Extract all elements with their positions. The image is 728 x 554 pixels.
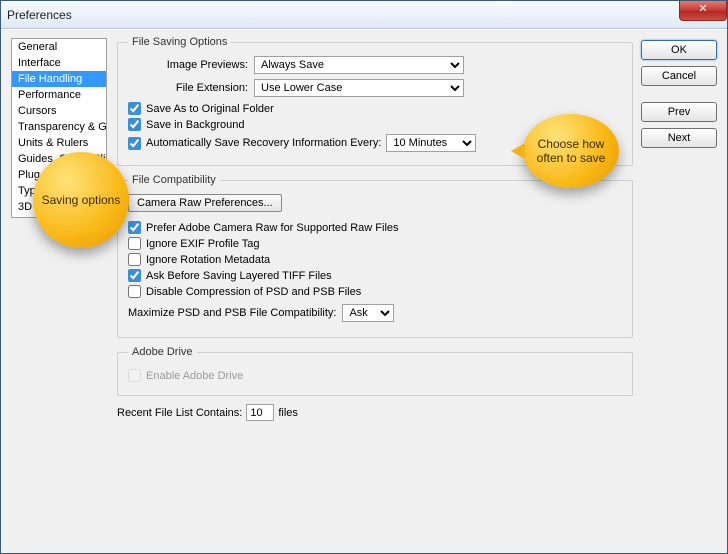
ok-button[interactable]: OK bbox=[641, 40, 717, 60]
save-in-background-checkbox[interactable] bbox=[128, 118, 141, 131]
save-in-background-label: Save in Background bbox=[146, 119, 244, 131]
callout-tail-icon bbox=[511, 143, 525, 159]
sidebar-item-cursors[interactable]: Cursors bbox=[12, 103, 106, 119]
ask-tiff-checkbox[interactable] bbox=[128, 269, 141, 282]
prev-button[interactable]: Prev bbox=[641, 102, 717, 122]
preferences-window: Preferences ✕ General Interface File Han… bbox=[0, 0, 728, 554]
ignore-exif-label: Ignore EXIF Profile Tag bbox=[146, 238, 260, 250]
callout-saving-options: Saving options bbox=[33, 152, 129, 248]
ignore-rotation-label: Ignore Rotation Metadata bbox=[146, 254, 270, 266]
ask-tiff-label: Ask Before Saving Layered TIFF Files bbox=[146, 270, 332, 282]
ignore-exif-checkbox[interactable] bbox=[128, 237, 141, 250]
dialog-buttons: OK Cancel Prev Next bbox=[641, 40, 717, 148]
save-as-original-label: Save As to Original Folder bbox=[146, 103, 274, 115]
enable-adobe-drive-label: Enable Adobe Drive bbox=[146, 370, 243, 382]
dialog-body: General Interface File Handling Performa… bbox=[1, 29, 727, 553]
recent-count-input[interactable] bbox=[246, 404, 274, 421]
main-panel: File Saving Options Image Previews: Alwa… bbox=[117, 36, 633, 545]
file-compat-legend: File Compatibility bbox=[128, 174, 220, 186]
auto-save-checkbox[interactable] bbox=[128, 137, 141, 150]
camera-raw-prefs-button[interactable]: Camera Raw Preferences... bbox=[128, 194, 282, 212]
cancel-button[interactable]: Cancel bbox=[641, 66, 717, 86]
prefer-acr-label: Prefer Adobe Camera Raw for Supported Ra… bbox=[146, 222, 399, 234]
disable-compress-label: Disable Compression of PSD and PSB Files bbox=[146, 286, 361, 298]
close-icon: ✕ bbox=[698, 3, 707, 15]
auto-save-interval-select[interactable]: 10 Minutes bbox=[386, 134, 476, 152]
sidebar-item-performance[interactable]: Performance bbox=[12, 87, 106, 103]
save-as-original-checkbox[interactable] bbox=[128, 102, 141, 115]
recent-files-row: Recent File List Contains: files bbox=[117, 404, 633, 421]
titlebar: Preferences ✕ bbox=[1, 1, 727, 29]
adobe-drive-legend: Adobe Drive bbox=[128, 346, 197, 358]
recent-label-pre: Recent File List Contains: bbox=[117, 407, 242, 419]
next-button[interactable]: Next bbox=[641, 128, 717, 148]
sidebar-item-units[interactable]: Units & Rulers bbox=[12, 135, 106, 151]
window-title: Preferences bbox=[7, 8, 72, 22]
image-previews-label: Image Previews: bbox=[128, 59, 248, 71]
ignore-rotation-checkbox[interactable] bbox=[128, 253, 141, 266]
maximize-compat-select[interactable]: Ask bbox=[342, 304, 394, 322]
sidebar-item-file-handling[interactable]: File Handling bbox=[12, 71, 106, 87]
sidebar-item-interface[interactable]: Interface bbox=[12, 55, 106, 71]
disable-compress-checkbox[interactable] bbox=[128, 285, 141, 298]
file-extension-select[interactable]: Use Lower Case bbox=[254, 79, 464, 97]
sidebar-item-transparency[interactable]: Transparency & Gamut bbox=[12, 119, 106, 135]
auto-save-label: Automatically Save Recovery Information … bbox=[146, 137, 381, 149]
close-button[interactable]: ✕ bbox=[679, 1, 727, 21]
maximize-compat-label: Maximize PSD and PSB File Compatibility: bbox=[128, 307, 336, 319]
file-extension-label: File Extension: bbox=[128, 82, 248, 94]
image-previews-select[interactable]: Always Save bbox=[254, 56, 464, 74]
enable-adobe-drive-checkbox bbox=[128, 369, 141, 382]
callout-choose-interval: Choose how often to save bbox=[523, 114, 619, 188]
file-saving-legend: File Saving Options bbox=[128, 36, 231, 48]
prefer-acr-checkbox[interactable] bbox=[128, 221, 141, 234]
adobe-drive-group: Adobe Drive Enable Adobe Drive bbox=[117, 346, 633, 396]
recent-label-post: files bbox=[278, 407, 298, 419]
sidebar-item-general[interactable]: General bbox=[12, 39, 106, 55]
file-compatibility-group: File Compatibility Camera Raw Preference… bbox=[117, 174, 633, 338]
